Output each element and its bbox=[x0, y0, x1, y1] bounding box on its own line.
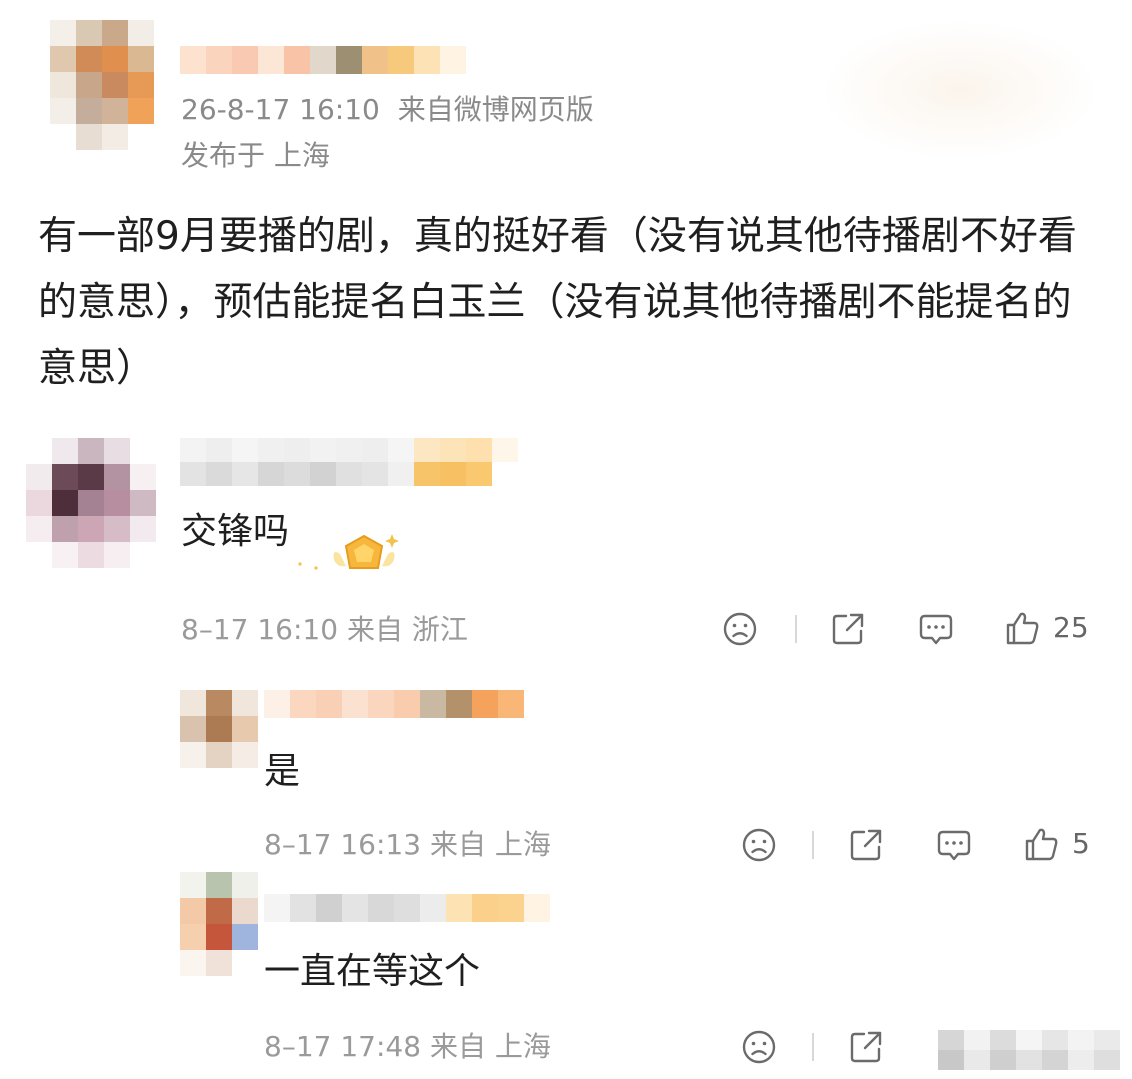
gem-badge-icon bbox=[298, 534, 399, 570]
post-author-name[interactable] bbox=[180, 46, 466, 74]
reply-button[interactable] bbox=[918, 611, 954, 647]
post-time: 26-8-17 16:10 bbox=[181, 93, 380, 126]
share-icon bbox=[850, 829, 882, 861]
post-body: 有一部9月要播的剧，真的挺好看（没有说其他待播剧不好看的意思），预估能提名白玉兰… bbox=[38, 214, 1077, 391]
comment-time: 8–17 16:10 bbox=[181, 613, 339, 646]
reply-button[interactable] bbox=[936, 827, 972, 863]
share-icon bbox=[850, 1031, 882, 1063]
like-count: 5 bbox=[1072, 827, 1090, 860]
reply-avatar[interactable] bbox=[180, 872, 258, 976]
post-location: 发布于 上海 bbox=[181, 139, 330, 172]
comment-icon bbox=[937, 830, 971, 861]
sad-face-icon bbox=[723, 612, 757, 646]
reply-time: 8–17 16:13 bbox=[264, 828, 422, 861]
reply-location: 来自 上海 bbox=[429, 1030, 551, 1063]
sad-face-icon bbox=[742, 828, 776, 862]
share-button[interactable] bbox=[848, 1029, 884, 1065]
comment-author-name[interactable] bbox=[180, 438, 518, 486]
dislike-button[interactable] bbox=[741, 1029, 777, 1065]
share-button[interactable] bbox=[848, 827, 884, 863]
share-button[interactable] bbox=[830, 611, 866, 647]
background-blur bbox=[820, 20, 1100, 160]
like-button[interactable]: 25 bbox=[1005, 610, 1089, 646]
dislike-button[interactable] bbox=[741, 827, 777, 863]
weibo-comment-screen: 26-8-17 16:10 来自微博网页版 发布于 上海 有一部9月要播的剧，真… bbox=[0, 0, 1132, 1079]
watermark-blur bbox=[938, 1030, 1120, 1070]
action-separator bbox=[812, 831, 814, 859]
sad-face-icon bbox=[742, 1030, 776, 1064]
reply-location: 来自 上海 bbox=[429, 828, 551, 861]
reply-author-name[interactable] bbox=[264, 894, 550, 922]
comment-avatar[interactable] bbox=[26, 438, 156, 568]
comment-location: 来自 浙江 bbox=[346, 613, 468, 646]
dislike-button[interactable] bbox=[722, 611, 758, 647]
post-meta: 26-8-17 16:10 来自微博网页版 bbox=[181, 92, 594, 128]
share-icon bbox=[832, 613, 864, 645]
action-separator bbox=[812, 1033, 814, 1061]
post-author-avatar[interactable] bbox=[50, 20, 154, 150]
comment-text: 交锋吗 bbox=[181, 511, 290, 552]
comment-meta: 8–17 16:10 来自 浙江 bbox=[181, 612, 468, 648]
reply-meta: 8–17 16:13 来自 上海 bbox=[264, 827, 551, 863]
comment-icon bbox=[919, 614, 953, 645]
post-source: 来自微博网页版 bbox=[397, 93, 594, 126]
reply-avatar[interactable] bbox=[180, 690, 258, 768]
reply-author-name[interactable] bbox=[264, 690, 524, 718]
reply-meta: 8–17 17:48 来自 上海 bbox=[264, 1029, 551, 1065]
like-count: 25 bbox=[1053, 611, 1089, 644]
reply-text: 是 bbox=[264, 751, 301, 792]
reply-time: 8–17 17:48 bbox=[264, 1030, 422, 1063]
action-separator bbox=[795, 615, 797, 643]
like-button[interactable]: 5 bbox=[1024, 826, 1090, 862]
thumbs-up-icon bbox=[1025, 828, 1058, 861]
thumbs-up-icon bbox=[1006, 612, 1039, 645]
reply-text: 一直在等这个 bbox=[264, 951, 481, 992]
